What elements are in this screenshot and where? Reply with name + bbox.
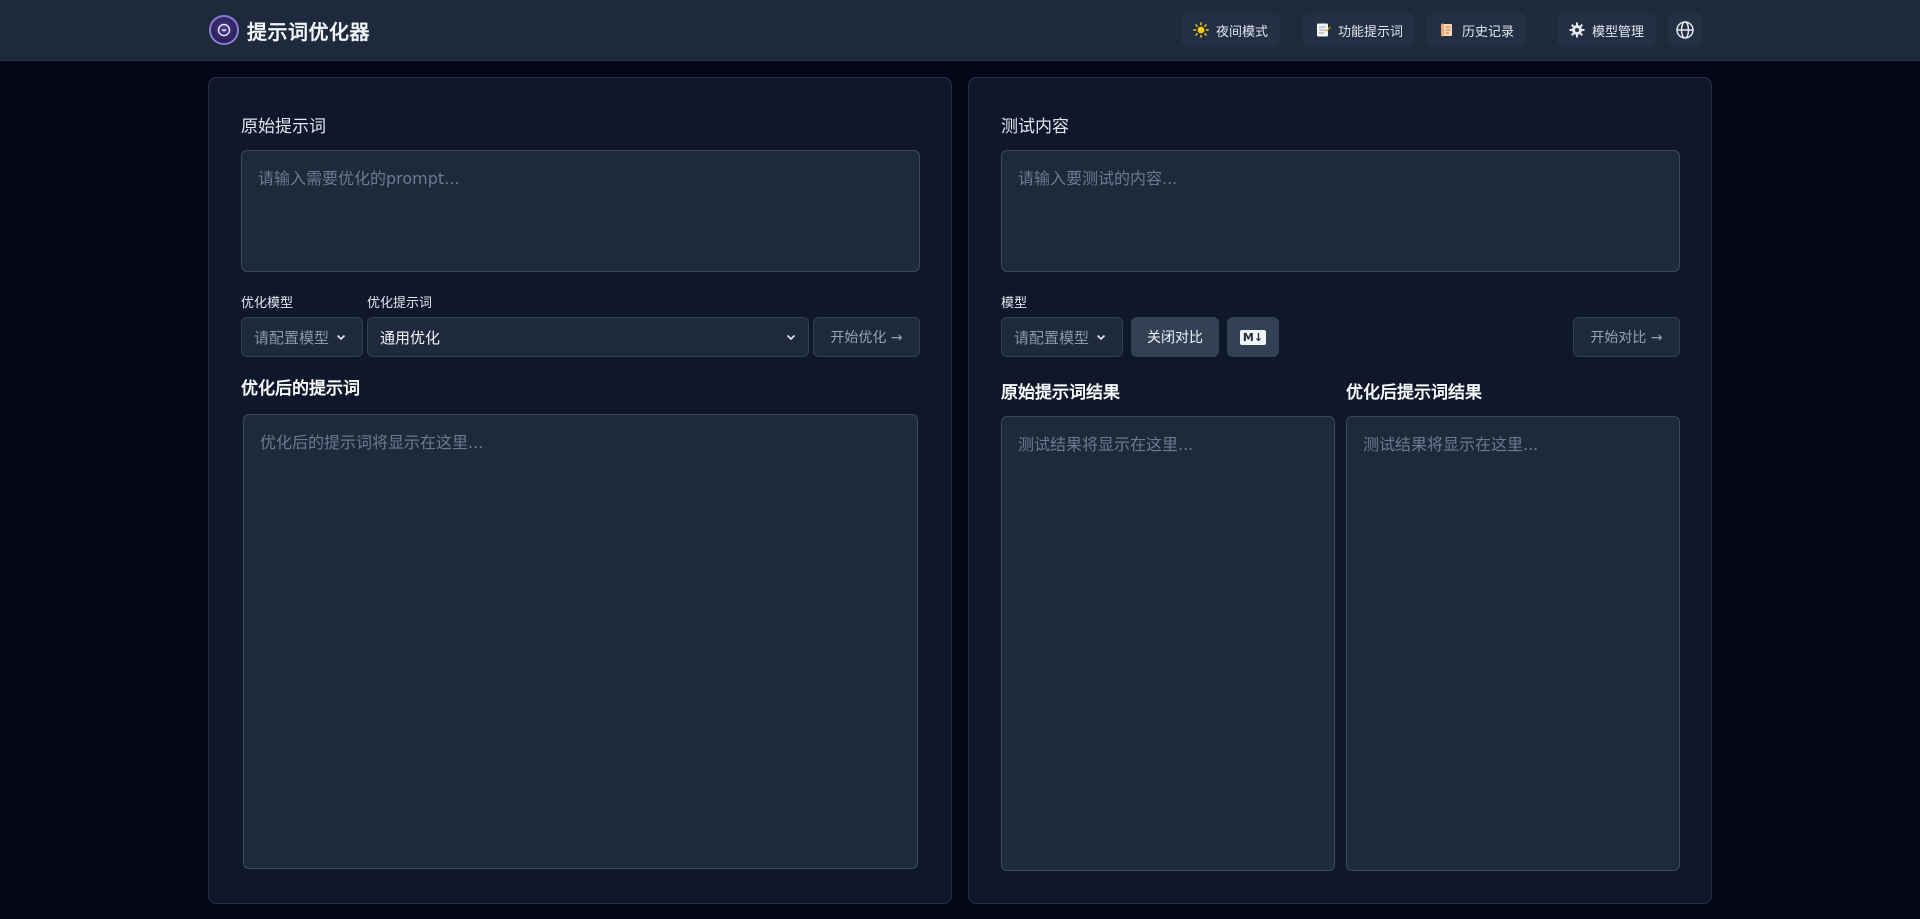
markdown-icon: M↓ [1239, 329, 1267, 345]
optimized-result-placeholder: 测试结果将显示在这里... [1363, 435, 1539, 454]
app-title: 提示词优化器 [247, 19, 370, 44]
test-panel: 测试内容 模型 请配置模型 关闭对比 M↓ 开始对比 → 原始提示词结果 优化后… [968, 77, 1712, 904]
feature-prompts-label: 功能提示词 [1337, 24, 1403, 40]
globe-icon [1675, 20, 1695, 40]
app-logo-icon [209, 15, 239, 45]
test-content-input[interactable] [1001, 150, 1680, 272]
optimized-prompt-title: 优化后的提示词 [241, 379, 360, 399]
model-management-button[interactable]: 模型管理 [1556, 13, 1656, 47]
optimize-model-value: 请配置模型 [254, 328, 330, 347]
original-prompt-input[interactable] [241, 150, 920, 272]
optimize-model-label: 优化模型 [241, 296, 294, 311]
close-compare-button[interactable]: 关闭对比 [1131, 317, 1219, 357]
chevron-down-icon [1096, 334, 1106, 341]
scroll-icon [1439, 22, 1455, 38]
original-prompt-label: 原始提示词 [241, 117, 326, 137]
feature-prompts-button[interactable]: 功能提示词 [1302, 13, 1415, 47]
gear-icon [1569, 22, 1585, 38]
test-model-select[interactable]: 请配置模型 [1001, 317, 1123, 357]
optimized-prompt-output[interactable]: 优化后的提示词将显示在这里... [243, 414, 918, 869]
sun-icon [1193, 22, 1209, 38]
chevron-down-icon [786, 334, 796, 341]
model-management-label: 模型管理 [1591, 24, 1644, 40]
test-content-label: 测试内容 [1001, 117, 1069, 137]
test-model-value: 请配置模型 [1014, 328, 1090, 347]
optimized-result-output[interactable]: 测试结果将显示在这里... [1346, 416, 1680, 871]
optimized-result-title: 优化后提示词结果 [1346, 383, 1482, 403]
original-result-title: 原始提示词结果 [1001, 383, 1120, 403]
start-optimize-button[interactable]: 开始优化 → [813, 317, 920, 357]
chevron-down-icon [336, 334, 346, 341]
language-button[interactable] [1668, 13, 1702, 47]
original-result-placeholder: 测试结果将显示在这里... [1018, 435, 1194, 454]
history-label: 历史记录 [1461, 24, 1514, 40]
optimize-template-select[interactable]: 通用优化 [367, 317, 809, 357]
top-bar: 提示词优化器 夜间模式 功能提示词 历史记录 模型管理 [0, 0, 1920, 61]
start-compare-button[interactable]: 开始对比 → [1573, 317, 1680, 357]
optimize-template-label: 优化提示词 [367, 296, 433, 311]
night-mode-label: 夜间模式 [1215, 24, 1268, 40]
optimize-template-value: 通用优化 [380, 328, 441, 347]
test-model-label: 模型 [1001, 296, 1028, 311]
night-mode-button[interactable]: 夜间模式 [1180, 13, 1280, 47]
markdown-toggle-button[interactable]: M↓ [1227, 317, 1279, 357]
brand: 提示词优化器 [209, 13, 370, 47]
optimize-panel: 原始提示词 优化模型 优化提示词 请配置模型 通用优化 开始优化 → 优化后的提… [208, 77, 952, 904]
original-result-output[interactable]: 测试结果将显示在这里... [1001, 416, 1335, 871]
history-button[interactable]: 历史记录 [1426, 13, 1526, 47]
memo-icon [1315, 22, 1331, 38]
optimize-model-select[interactable]: 请配置模型 [241, 317, 363, 357]
optimized-prompt-placeholder: 优化后的提示词将显示在这里... [260, 433, 484, 452]
